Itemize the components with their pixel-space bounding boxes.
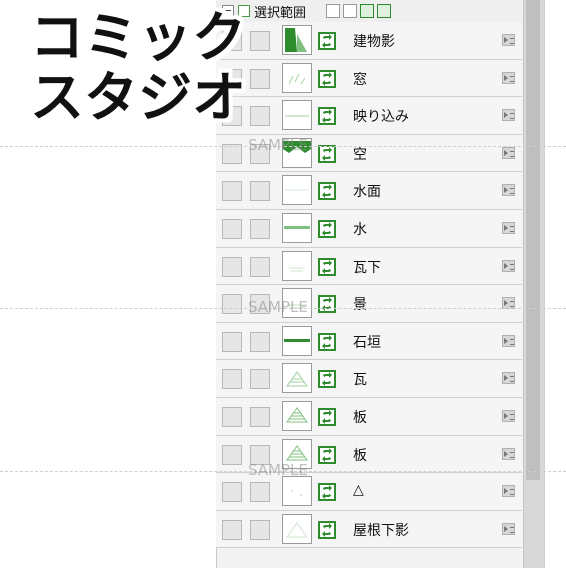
layer-menu-icon[interactable]	[502, 259, 515, 272]
layer-link-icon[interactable]	[318, 144, 336, 163]
layer-name: 建物影	[353, 34, 395, 50]
layer-link-icon[interactable]	[318, 32, 336, 50]
layer-name: 板	[353, 447, 367, 464]
layer-thumbnail	[282, 212, 312, 243]
layer-menu-icon[interactable]	[502, 221, 515, 234]
visibility-toggle[interactable]	[222, 519, 242, 540]
layer-scrollbar-thumb[interactable]	[526, 0, 540, 480]
lock-toggle[interactable]	[250, 331, 270, 352]
lock-toggle[interactable]	[250, 406, 270, 427]
layer-name: △	[353, 482, 364, 499]
lock-toggle[interactable]	[250, 519, 270, 540]
layer-name: 景	[353, 297, 367, 314]
header-title: 選択範囲	[254, 5, 307, 21]
watermark-text: SAMPLE	[248, 461, 308, 479]
visibility-toggle[interactable]	[222, 406, 242, 427]
layer-panel-header: 選択範囲	[216, 0, 522, 23]
layer-row[interactable]: 建物影	[216, 22, 522, 60]
layer-link-icon[interactable]	[318, 257, 336, 276]
layer-thumbnail	[282, 476, 312, 507]
lock-toggle[interactable]	[250, 181, 270, 202]
visibility-toggle[interactable]	[222, 369, 242, 390]
layer-name: 水	[353, 221, 367, 238]
layer-row[interactable]: 窓	[216, 59, 522, 98]
lock-toggle[interactable]	[250, 218, 270, 239]
layer-row[interactable]: 映り込み	[216, 97, 522, 135]
lock-toggle[interactable]	[250, 482, 270, 503]
watermark-text: SAMPLE	[248, 298, 308, 316]
layer-menu-icon[interactable]	[502, 522, 515, 535]
layer-thumbnail	[282, 175, 312, 206]
lock-toggle[interactable]	[250, 68, 270, 89]
layer-row[interactable]: 板	[216, 397, 522, 436]
layer-name: 水面	[353, 184, 381, 201]
layer-menu-icon[interactable]	[502, 34, 515, 46]
layer-menu-icon[interactable]	[502, 447, 515, 460]
layer-name: 窓	[353, 71, 367, 88]
layer-link-icon[interactable]	[318, 219, 336, 238]
layer-link-icon[interactable]	[318, 107, 336, 126]
overlay-title: コミック スタジオ	[30, 6, 246, 129]
layer-name: 瓦	[353, 372, 367, 389]
visibility-toggle[interactable]	[222, 331, 242, 352]
layer-link-icon[interactable]	[318, 370, 336, 389]
layer-row[interactable]: 瓦下	[216, 247, 522, 286]
visibility-toggle[interactable]	[222, 218, 242, 239]
layer-row[interactable]: 瓦	[216, 360, 522, 398]
layer-thumbnail	[282, 250, 312, 281]
layer-menu-icon[interactable]	[502, 485, 515, 498]
layer-name: 映り込み	[353, 109, 409, 126]
layer-row[interactable]: 水	[216, 209, 522, 248]
layer-link-icon[interactable]	[318, 69, 336, 88]
layer-menu-icon[interactable]	[502, 334, 515, 347]
layer-row[interactable]: 屋根下影	[216, 510, 522, 549]
layer-row[interactable]: 石垣	[216, 322, 522, 361]
layer-menu-icon[interactable]	[502, 372, 515, 385]
right-strip	[544, 0, 566, 568]
layer-name: 屋根下影	[353, 522, 409, 539]
lock-toggle[interactable]	[250, 256, 270, 277]
layer-link-icon[interactable]	[318, 332, 336, 351]
layer-row[interactable]: 水面	[216, 172, 522, 210]
layer-menu-icon[interactable]	[502, 146, 515, 159]
mask-toggle-icon[interactable]	[343, 4, 358, 18]
watermark-text: SAMPLE	[248, 136, 308, 154]
visibility-toggle[interactable]	[222, 294, 242, 315]
layer-menu-icon[interactable]	[502, 409, 515, 422]
layer-thumbnail	[282, 325, 312, 356]
layer-thumbnail	[282, 513, 312, 544]
layer-name: 板	[353, 409, 367, 426]
layer-menu-icon[interactable]	[502, 109, 515, 122]
layer-thumbnail	[282, 25, 312, 55]
layer-menu-icon[interactable]	[502, 184, 515, 197]
layer-thumbnail	[282, 62, 312, 93]
lock-toggle[interactable]	[250, 369, 270, 390]
layer-link-icon[interactable]	[318, 483, 336, 502]
layer-thumbnail	[282, 100, 312, 131]
layer-link-icon[interactable]	[318, 407, 336, 426]
layer-thumbnail	[282, 400, 312, 431]
layer-thumbnail	[282, 363, 312, 394]
visibility-toggle[interactable]	[222, 482, 242, 503]
visibility-toggle[interactable]	[222, 444, 242, 465]
layer-link-icon[interactable]	[318, 445, 336, 464]
link-mask-icon[interactable]	[377, 4, 392, 18]
mask-icon[interactable]	[326, 4, 341, 18]
layer-name: 石垣	[353, 334, 381, 351]
layer-link-icon[interactable]	[318, 295, 336, 314]
visibility-toggle[interactable]	[222, 256, 242, 277]
lock-toggle[interactable]	[250, 31, 270, 51]
layer-name: 瓦下	[353, 259, 381, 276]
layer-menu-icon[interactable]	[502, 71, 515, 84]
visibility-toggle[interactable]	[222, 181, 242, 202]
layer-link-icon[interactable]	[318, 182, 336, 201]
lock-toggle[interactable]	[250, 106, 270, 127]
layer-link-icon[interactable]	[318, 520, 336, 539]
active-mask-icon[interactable]	[360, 4, 375, 18]
